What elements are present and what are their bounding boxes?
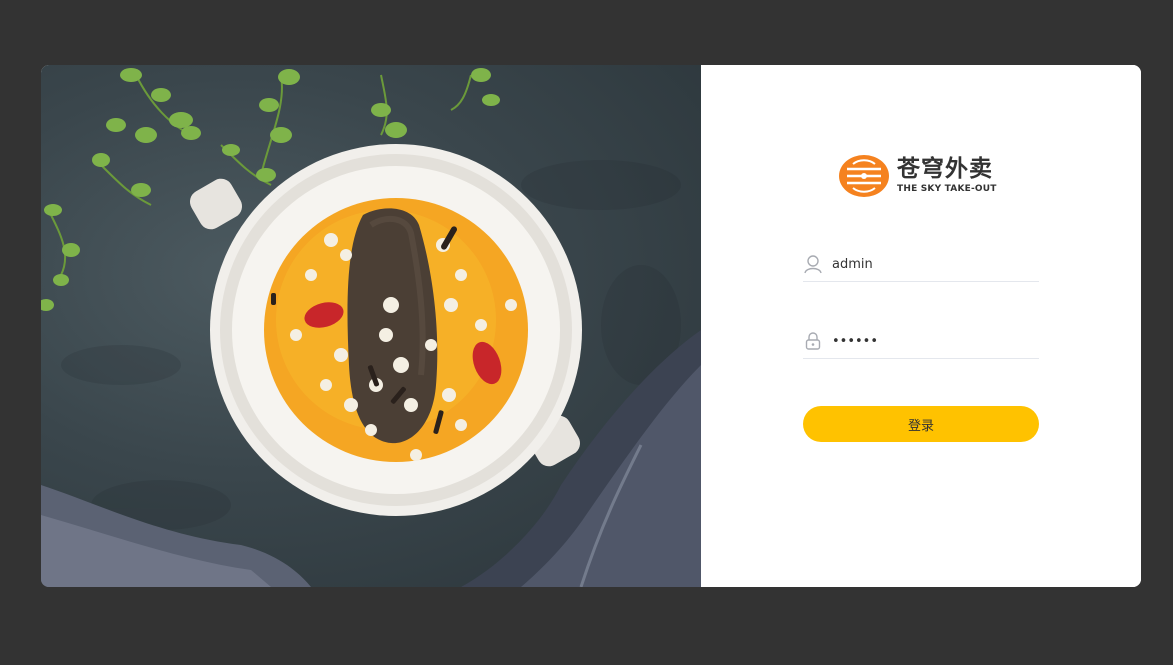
password-field: [803, 324, 1039, 359]
brand-name-en: THE SKY TAKE-OUT: [897, 184, 997, 194]
login-card: 苍穹外卖 THE SKY TAKE-OUT admin 登录: [41, 65, 1141, 587]
hero-food-image: [41, 65, 701, 587]
password-input[interactable]: [832, 333, 1022, 349]
brand-logo: 苍穹外卖 THE SKY TAKE-OUT: [839, 155, 997, 197]
lock-icon: [803, 331, 823, 351]
user-icon: [803, 254, 823, 274]
brand-name: 苍穹外卖 THE SKY TAKE-OUT: [897, 158, 997, 194]
login-button[interactable]: 登录: [803, 406, 1039, 442]
brand-logo-icon: [839, 155, 889, 197]
login-form-panel: 苍穹外卖 THE SKY TAKE-OUT admin 登录: [701, 65, 1141, 587]
username-input[interactable]: [832, 256, 1022, 272]
username-field: [803, 247, 1039, 282]
food-bowl-illustration: [41, 68, 701, 587]
brand-name-cn: 苍穹外卖: [897, 156, 993, 182]
